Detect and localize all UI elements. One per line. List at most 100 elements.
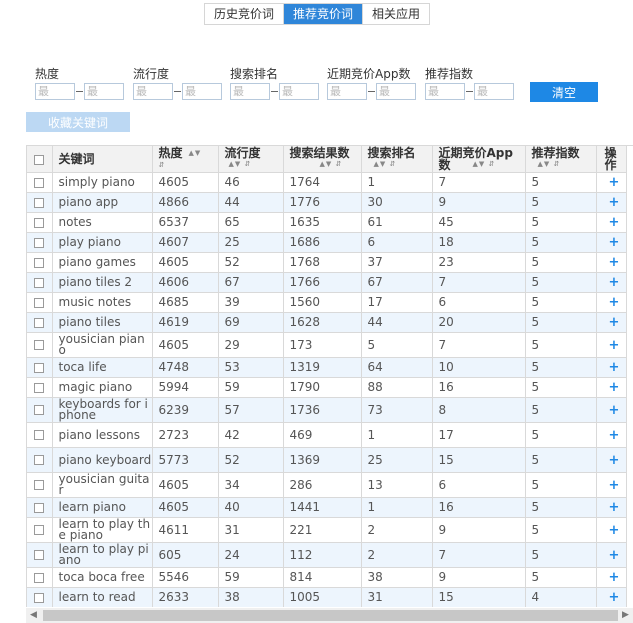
- add-keyword-icon[interactable]: +: [596, 397, 627, 423]
- recommend-index-min-input[interactable]: [425, 83, 465, 100]
- tab-history-bid-words[interactable]: 历史竞价词: [205, 4, 284, 24]
- sort-icon[interactable]: ▲▼ ⇵: [320, 160, 343, 168]
- clear-button[interactable]: 清空: [530, 82, 598, 102]
- col-header-recommend-index[interactable]: 推荐指数 ▲▼ ⇵: [525, 146, 597, 173]
- row-checkbox[interactable]: [27, 447, 53, 473]
- add-keyword-icon[interactable]: +: [596, 497, 627, 518]
- row-checkbox[interactable]: [27, 472, 53, 498]
- recommend-index-max-input[interactable]: [474, 83, 514, 100]
- heat-cell: 4605: [152, 332, 219, 358]
- add-keyword-icon[interactable]: +: [596, 517, 627, 543]
- add-keyword-icon[interactable]: +: [596, 192, 627, 213]
- keywords-table: 关键词 热度 ▲▼ ⇵ 流行度 ▲▼ ⇵ 搜索结果数 ▲▼ ⇵ 搜索排名 ▲▼ ⇵ 近期竞…: [26, 145, 633, 607]
- filter-icon[interactable]: ⇵: [159, 161, 166, 169]
- row-checkbox[interactable]: [27, 212, 53, 233]
- select-all-checkbox[interactable]: [27, 146, 53, 173]
- row-checkbox[interactable]: [27, 422, 53, 448]
- search-results-cell: 112: [283, 542, 362, 568]
- heat-cell: 4611: [152, 517, 219, 543]
- heat-cell: 4685: [152, 292, 219, 313]
- recent-bid-apps-cell: 18: [432, 232, 526, 253]
- scrollbar-thumb[interactable]: [43, 610, 618, 621]
- row-checkbox[interactable]: [27, 272, 53, 293]
- row-checkbox[interactable]: [27, 312, 53, 333]
- row-checkbox[interactable]: [27, 377, 53, 398]
- sort-icon[interactable]: ▲▼ ⇵: [473, 160, 496, 168]
- row-checkbox[interactable]: [27, 497, 53, 518]
- popularity-cell: 65: [218, 212, 284, 233]
- search-rank-max-input[interactable]: [279, 83, 319, 100]
- tab-recommended-bid-words[interactable]: 推荐竞价词: [283, 4, 363, 24]
- row-checkbox[interactable]: [27, 172, 53, 193]
- recent-bid-apps-min-input[interactable]: [327, 83, 367, 100]
- row-checkbox[interactable]: [27, 192, 53, 213]
- sort-icon[interactable]: ▲▼ ⇵: [229, 160, 252, 168]
- add-keyword-icon[interactable]: +: [596, 212, 627, 233]
- add-keyword-icon[interactable]: +: [596, 232, 627, 253]
- row-checkbox[interactable]: [27, 397, 53, 423]
- keyword-cell: piano tiles 2: [52, 272, 153, 293]
- add-keyword-icon[interactable]: +: [596, 357, 627, 378]
- add-keyword-icon[interactable]: +: [596, 312, 627, 333]
- tab-related-apps[interactable]: 相关应用: [362, 4, 430, 24]
- add-keyword-icon[interactable]: +: [596, 472, 627, 498]
- row-checkbox[interactable]: [27, 252, 53, 273]
- search-results-cell: 1790: [283, 377, 362, 398]
- row-checkbox[interactable]: [27, 542, 53, 568]
- add-keyword-icon[interactable]: +: [596, 422, 627, 448]
- col-header-recent-bid-apps[interactable]: 近期竞价App数 ▲▼ ⇵: [432, 146, 526, 173]
- heat-cell: 4607: [152, 232, 219, 253]
- add-keyword-icon[interactable]: +: [596, 292, 627, 313]
- col-header-search-results[interactable]: 搜索结果数 ▲▼ ⇵: [283, 146, 362, 173]
- popularity-max-input[interactable]: [182, 83, 222, 100]
- range-dash: [174, 91, 181, 92]
- recent-bid-apps-max-input[interactable]: [376, 83, 416, 100]
- recommend-index-cell: 5: [525, 497, 597, 518]
- scroll-right-icon[interactable]: ▶: [618, 608, 633, 623]
- col-header-search-results-label: 搜索结果数: [289, 146, 350, 160]
- col-header-search-rank[interactable]: 搜索排名 ▲▼ ⇵: [361, 146, 433, 173]
- add-keyword-icon[interactable]: +: [596, 377, 627, 398]
- horizontal-scrollbar[interactable]: ◀ ▶: [26, 608, 633, 623]
- filter-label: 推荐指数: [425, 67, 474, 81]
- popularity-min-input[interactable]: [133, 83, 173, 100]
- sort-icon[interactable]: ▲▼ ⇵: [538, 160, 561, 168]
- scroll-left-icon[interactable]: ◀: [26, 608, 41, 623]
- search-results-cell: 1736: [283, 397, 362, 423]
- search-rank-min-input[interactable]: [230, 83, 270, 100]
- row-checkbox[interactable]: [27, 357, 53, 378]
- add-keyword-icon[interactable]: +: [596, 447, 627, 473]
- collect-keywords-button[interactable]: 收藏关键词: [26, 112, 130, 132]
- recommend-index-cell: 5: [525, 472, 597, 498]
- add-keyword-icon[interactable]: +: [596, 332, 627, 358]
- table-row: music notes 4685 39 1560 17 6 5 +: [27, 292, 627, 313]
- col-header-action: 操作: [596, 146, 627, 173]
- popularity-cell: 31: [218, 517, 284, 543]
- table-row: learn piano 4605 40 1441 1 16 5 +: [27, 497, 627, 518]
- row-checkbox[interactable]: [27, 517, 53, 543]
- add-keyword-icon[interactable]: +: [596, 567, 627, 588]
- row-checkbox[interactable]: [27, 292, 53, 313]
- row-checkbox[interactable]: [27, 567, 53, 588]
- add-keyword-icon[interactable]: +: [596, 587, 627, 607]
- heat-cell: 5773: [152, 447, 219, 473]
- range-dash: [368, 91, 375, 92]
- col-header-popularity[interactable]: 流行度 ▲▼ ⇵: [218, 146, 284, 173]
- recommend-index-cell: 5: [525, 542, 597, 568]
- keyword-cell: yousician guitar: [52, 472, 153, 498]
- search-results-cell: 1628: [283, 312, 362, 333]
- heat-max-input[interactable]: [84, 83, 124, 100]
- add-keyword-icon[interactable]: +: [596, 272, 627, 293]
- col-header-heat[interactable]: 热度 ▲▼ ⇵: [152, 146, 219, 173]
- keyword-cell: toca life: [52, 357, 153, 378]
- row-checkbox[interactable]: [27, 332, 53, 358]
- add-keyword-icon[interactable]: +: [596, 542, 627, 568]
- heat-min-input[interactable]: [35, 83, 75, 100]
- add-keyword-icon[interactable]: +: [596, 172, 627, 193]
- sort-icon[interactable]: ▲▼: [189, 149, 202, 157]
- sort-icon[interactable]: ▲▼ ⇵: [374, 160, 397, 168]
- add-keyword-icon[interactable]: +: [596, 252, 627, 273]
- row-checkbox[interactable]: [27, 587, 53, 607]
- row-checkbox[interactable]: [27, 232, 53, 253]
- heat-cell: 4605: [152, 472, 219, 498]
